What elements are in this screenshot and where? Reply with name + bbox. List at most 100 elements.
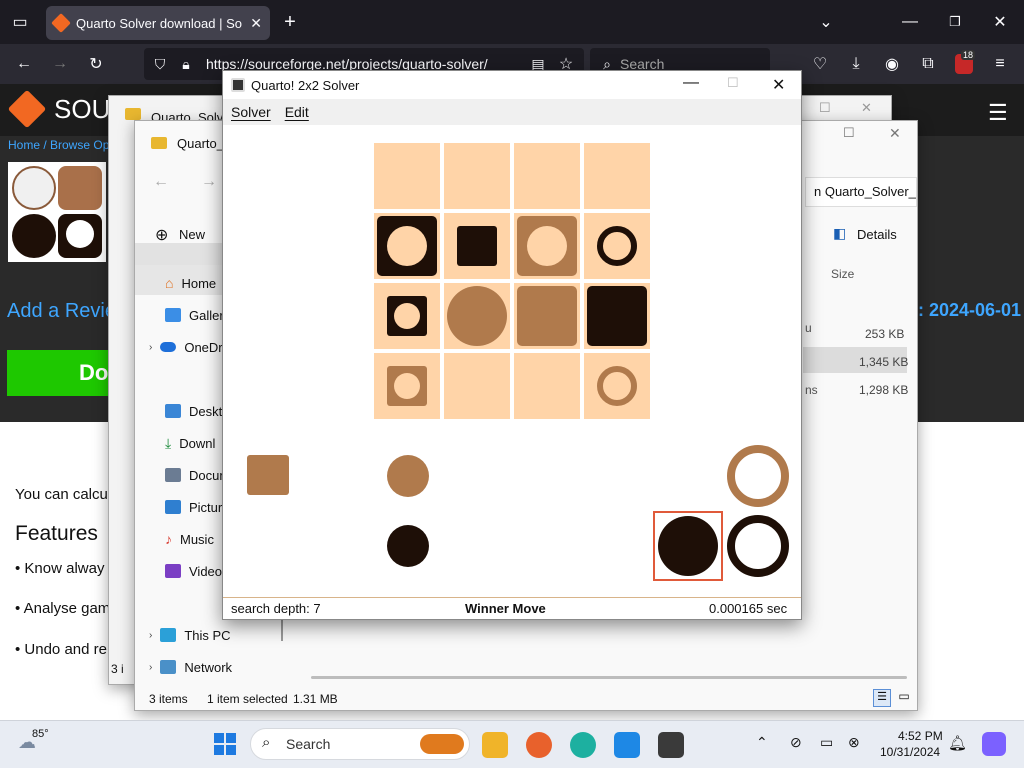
chevron-right-icon: › [149,629,153,641]
copilot-icon[interactable] [982,732,1006,756]
pocket-icon[interactable]: ♡ [810,54,830,74]
maximize-icon[interactable]: ☐ [843,125,855,141]
column-header-size[interactable]: Size [831,267,854,281]
taskbar [0,720,1024,768]
back-icon[interactable]: ← [153,173,169,191]
board-cell[interactable] [444,283,510,349]
available-piece-light-small-square[interactable] [247,455,289,495]
light-round-piece-icon [447,286,507,346]
available-piece-dark-round[interactable] [658,516,718,576]
download-button[interactable]: Do [7,350,117,396]
menu-edit[interactable]: Edit [285,104,309,120]
close-icon[interactable]: ✕ [861,100,872,116]
forward-icon[interactable]: → [201,173,217,191]
display-icon[interactable]: ▭ [820,734,833,751]
clock-time[interactable]: 4:52 PM [898,729,943,743]
board-cell[interactable] [584,283,650,349]
edge-icon[interactable] [570,732,596,758]
available-piece-dark-hollow-round[interactable] [727,515,789,577]
chevron-up-icon[interactable]: ⌃ [756,734,768,751]
browser-tab[interactable]: Quarto Solver download | Sour ✕ [46,6,270,40]
menu-icon[interactable]: ≡ [990,54,1010,74]
nav-item-pictures[interactable]: Pictur [165,493,222,521]
extensions-icon[interactable]: ⧉ [918,54,938,74]
tiles-view-icon[interactable]: ▭ [895,689,913,707]
nav-item-downloads[interactable]: ⤓ Downl [165,429,215,457]
start-icon[interactable] [214,733,236,755]
clock-date[interactable]: 10/31/2024 [880,745,940,759]
back-icon[interactable]: ← [14,54,34,74]
maximize-icon[interactable]: ☐ [819,100,831,116]
solver-title-bar[interactable]: Quarto! 2x2 Solver [223,71,801,99]
selection-size: 1.31 MB [293,692,338,706]
search-depth: search depth: 7 [231,601,321,616]
available-piece-dark-small-round[interactable] [387,525,429,567]
minimize-icon[interactable]: — [683,74,699,92]
forward-icon[interactable]: → [50,54,70,74]
features-heading: Features [15,522,98,545]
network-off-icon[interactable]: ⊘ [790,734,802,751]
nav-item-music[interactable]: ♪ Music [165,525,214,553]
pictures-icon [165,500,181,514]
notification-bell-icon[interactable]: 🔔︎ [948,734,967,752]
nav-item-gallery[interactable]: Gallery [165,301,230,329]
details-button[interactable]: Details [857,227,897,242]
nav-item-videos[interactable]: Videos [165,557,229,585]
new-button[interactable]: New [179,227,205,242]
details-view-icon[interactable]: ☰ [873,689,891,707]
firefox-icon[interactable] [526,732,552,758]
horizontal-scrollbar[interactable] [311,676,907,679]
board-cell[interactable] [514,353,580,419]
hamburger-menu-icon[interactable]: ☰ [988,100,1008,126]
board-cell[interactable] [514,213,580,279]
nav-item-home[interactable]: ⌂ Home [165,269,216,297]
status-text: 3 i [111,662,124,676]
chevron-down-icon[interactable]: ⌄ [816,12,836,32]
window-title: Quarto_ [177,136,224,151]
board-cell[interactable] [374,353,440,419]
shield-icon[interactable]: ⛉ [150,54,170,74]
file-explorer-icon[interactable] [482,732,508,758]
board-cell[interactable] [514,143,580,209]
close-tab-icon[interactable]: ✕ [250,15,262,32]
board-cell[interactable] [444,353,510,419]
board-cell[interactable] [584,353,650,419]
board-cell[interactable] [584,213,650,279]
add-review-link[interactable]: Add a Revie [7,300,116,323]
address-bar[interactable]: n Quarto_Solver_Wi [805,177,917,207]
game-board[interactable] [374,143,652,421]
board-cell[interactable] [444,143,510,209]
nav-item-onedrive[interactable]: › OneDri [149,333,226,361]
quarto-solver-taskbar-icon[interactable] [658,732,684,758]
board-cell[interactable] [374,143,440,209]
board-cell[interactable] [374,213,440,279]
file-name: u [805,321,812,335]
board-cell[interactable] [584,143,650,209]
board-cell[interactable] [374,283,440,349]
nav-item-network[interactable]: › Network [149,653,232,681]
nav-item-this-pc[interactable]: › This PC [149,621,231,649]
reload-icon[interactable]: ↻ [86,54,106,74]
downloads-icon[interactable]: ⤓ [846,54,866,74]
close-window-icon[interactable]: ✕ [990,12,1010,32]
available-piece-light-small-round[interactable] [387,455,429,497]
restore-icon[interactable]: ❐ [945,12,965,32]
lock-icon[interactable]: 🔒︎ [176,54,196,74]
available-piece-light-hollow-round[interactable] [727,445,789,507]
volume-off-icon[interactable]: ⊗ [848,734,860,751]
new-tab-button[interactable]: + [280,11,300,33]
store-icon[interactable] [614,732,640,758]
quarto-solver-window[interactable]: Quarto! 2x2 Solver — ☐ ✕ Solver Edit sea… [222,70,802,620]
menu-solver[interactable]: Solver [231,104,271,120]
tab-list-icon[interactable]: ▭ [10,12,30,32]
maximize-icon[interactable]: ☐ [727,75,739,91]
nav-item-documents[interactable]: Docum [165,461,230,489]
board-cell[interactable] [514,283,580,349]
breadcrumb[interactable]: Home / Browse Op [8,138,109,152]
close-icon[interactable]: ✕ [772,75,785,95]
minimize-icon[interactable]: — [900,12,920,32]
account-icon[interactable]: ◉ [882,54,902,74]
board-cell[interactable] [444,213,510,279]
nav-item-desktop[interactable]: Deskto [165,397,229,425]
close-icon[interactable]: ✕ [889,125,901,142]
